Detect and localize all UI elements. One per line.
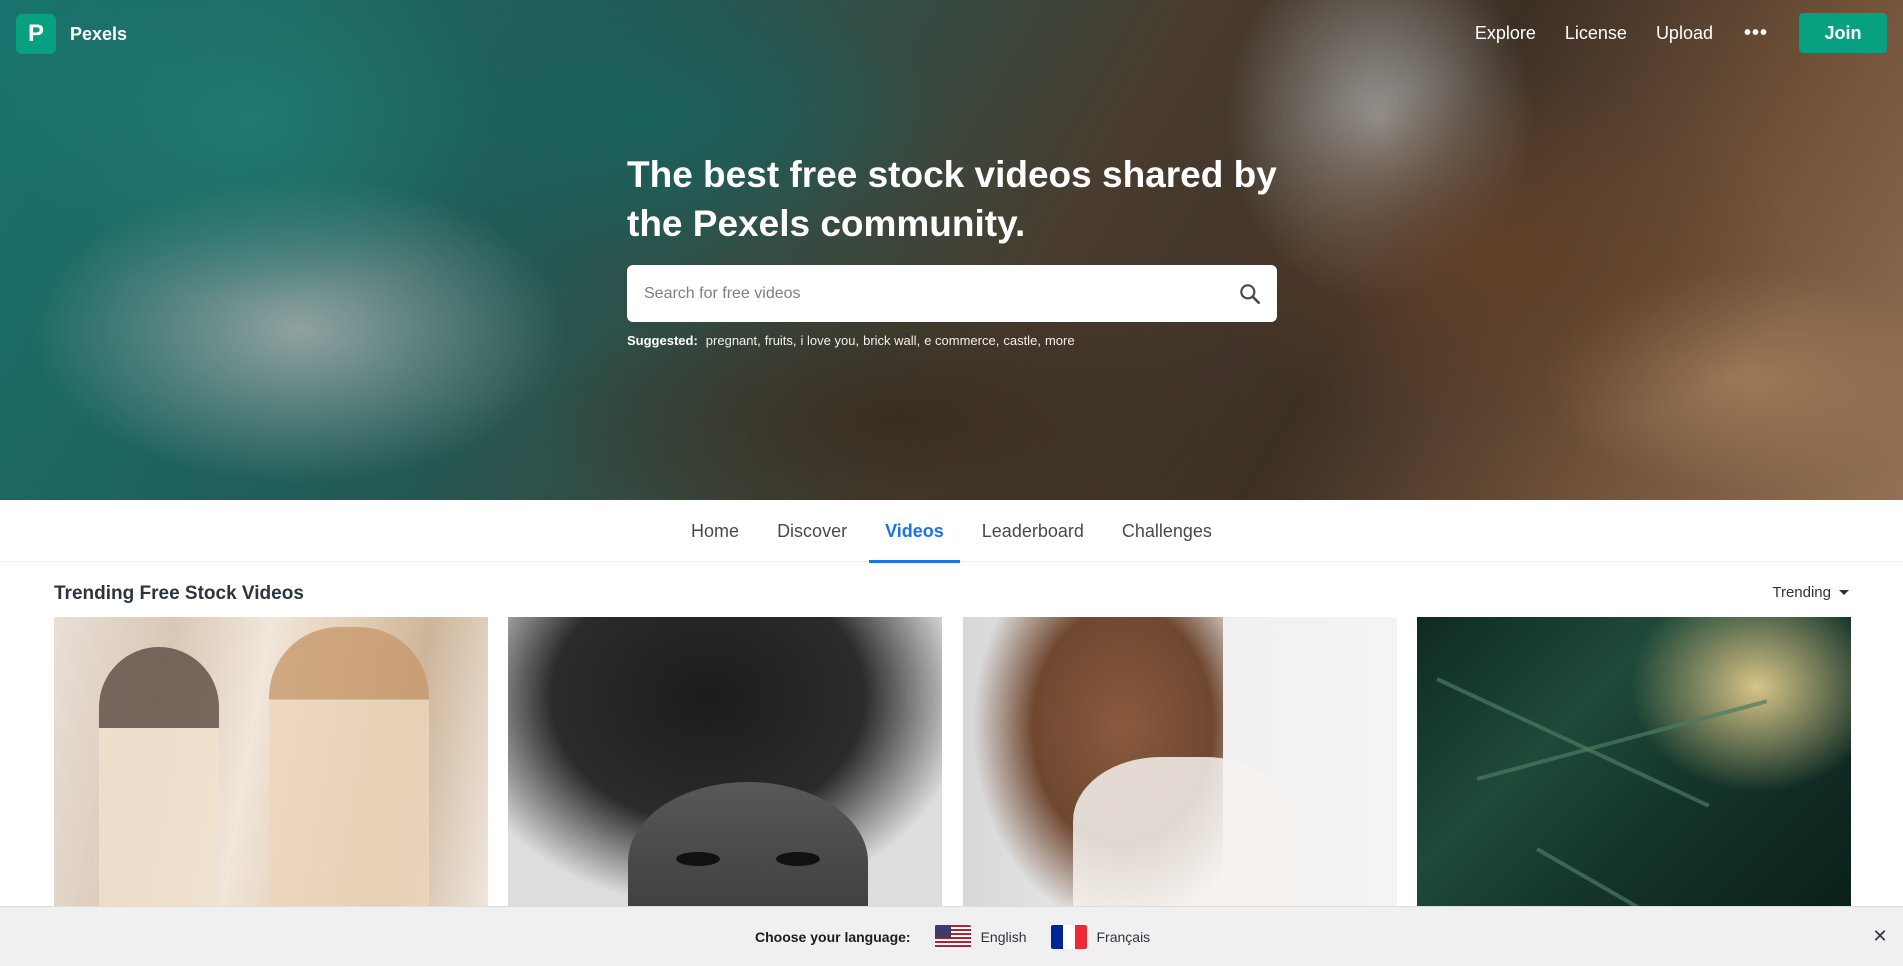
section-header: Trending Free Stock Videos Trending xyxy=(54,580,1849,606)
search-input[interactable] xyxy=(627,265,1227,322)
tab-leaderboard[interactable]: Leaderboard xyxy=(966,500,1100,562)
main-nav: Explore License Upload ••• Join xyxy=(1446,13,1887,53)
language-option-english[interactable]: English xyxy=(934,925,1027,949)
caret-down-icon xyxy=(1839,590,1849,595)
video-thumbnail[interactable] xyxy=(508,617,942,906)
language-option-label: English xyxy=(980,929,1027,945)
thumbnail-figure xyxy=(628,782,868,906)
join-button[interactable]: Join xyxy=(1799,13,1887,53)
thumbnail-detail xyxy=(1436,677,1710,808)
hero-content: The best free stock videos shared by the… xyxy=(627,150,1277,348)
france-flag-icon xyxy=(1050,925,1087,949)
video-thumbnail[interactable] xyxy=(1417,617,1851,906)
suggestion-link[interactable]: castle xyxy=(1003,333,1037,348)
top-navbar: P Pexels Explore License Upload ••• Join xyxy=(0,0,1903,68)
thumbnail-detail xyxy=(1073,757,1293,906)
close-icon[interactable]: ✕ xyxy=(1869,925,1891,947)
thumbnail-detail xyxy=(1476,699,1768,781)
suggestion-link[interactable]: e commerce xyxy=(924,333,996,348)
nav-license[interactable]: License xyxy=(1565,23,1627,44)
suggestion-link[interactable]: i love you xyxy=(801,333,856,348)
video-grid xyxy=(54,617,1851,906)
hero-banner: P Pexels Explore License Upload ••• Join… xyxy=(0,0,1903,500)
pexels-logo-icon: P xyxy=(16,14,56,54)
video-thumbnail[interactable] xyxy=(963,617,1397,906)
thumbnail-detail xyxy=(776,852,820,866)
language-option-label: Français xyxy=(1096,929,1151,945)
section-tabs: Home Discover Videos Leaderboard Challen… xyxy=(0,500,1903,563)
nav-upload[interactable]: Upload xyxy=(1656,23,1713,44)
more-options-icon[interactable]: ••• xyxy=(1744,22,1768,45)
section-title: Trending Free Stock Videos xyxy=(54,583,304,604)
tab-home[interactable]: Home xyxy=(675,500,755,562)
tab-challenges[interactable]: Challenges xyxy=(1106,500,1228,562)
tab-videos[interactable]: Videos xyxy=(869,500,960,563)
us-flag-icon xyxy=(934,925,971,949)
language-options: Choose your language: English Français xyxy=(755,925,1174,949)
thumbnail-figure xyxy=(99,647,219,906)
search-bar xyxy=(627,265,1277,322)
hero-title: The best free stock videos shared by the… xyxy=(627,154,1277,244)
search-icon[interactable] xyxy=(1237,281,1263,307)
nav-explore[interactable]: Explore xyxy=(1475,23,1536,44)
suggestion-link[interactable]: brick wall xyxy=(863,333,916,348)
language-bar: Choose your language: English Français ✕ xyxy=(0,906,1903,966)
pexels-logo[interactable]: P Pexels xyxy=(16,14,127,54)
thumbnail-detail xyxy=(1536,847,1798,906)
tab-discover[interactable]: Discover xyxy=(761,500,863,562)
language-label: Choose your language: xyxy=(755,929,911,945)
brand-name: Pexels xyxy=(70,23,128,44)
thumbnail-figure xyxy=(269,627,429,906)
suggestion-link[interactable]: pregnant xyxy=(706,333,757,348)
thumbnail-detail xyxy=(676,852,720,866)
sort-dropdown[interactable]: Trending xyxy=(1772,584,1849,601)
suggestion-more-link[interactable]: more xyxy=(1045,333,1075,348)
suggested-searches: Suggested: pregnant, fruits, i love you,… xyxy=(627,333,1075,348)
suggestion-link[interactable]: fruits xyxy=(765,333,793,348)
video-thumbnail[interactable] xyxy=(54,617,488,906)
suggested-label: Suggested: xyxy=(627,333,698,348)
language-option-french[interactable]: Français xyxy=(1050,925,1151,949)
sort-label: Trending xyxy=(1772,584,1831,601)
